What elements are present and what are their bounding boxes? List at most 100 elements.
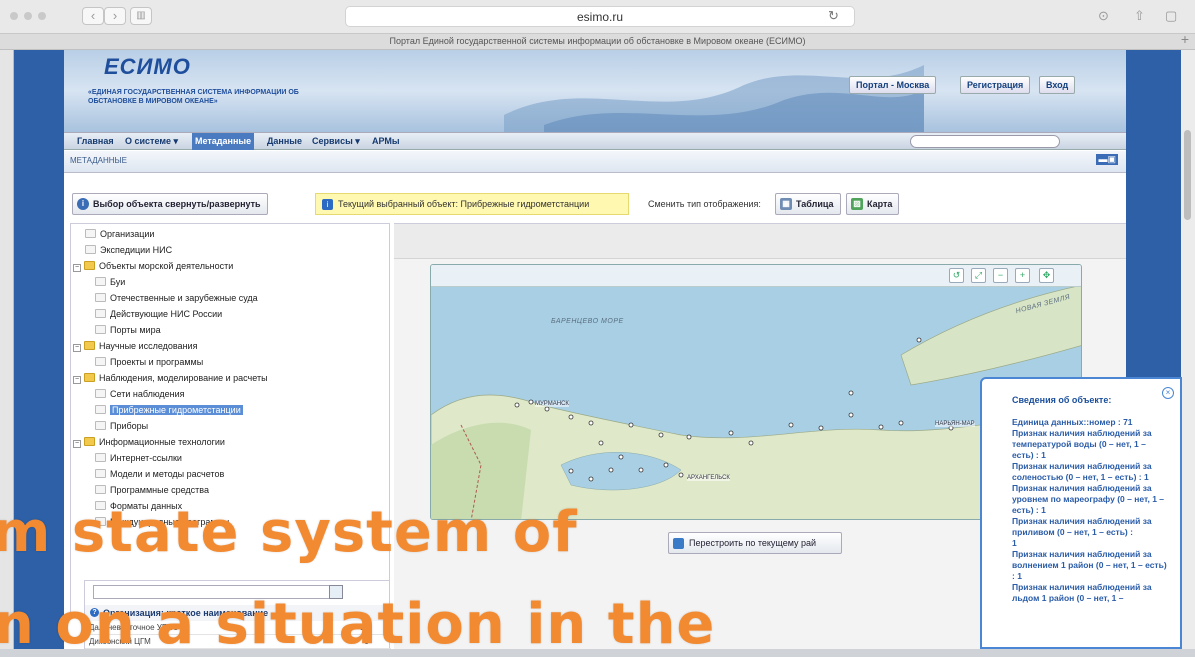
object-icon: i (322, 199, 333, 210)
tree-item[interactable]: Организации (85, 226, 154, 242)
menu-data[interactable]: Данные (264, 133, 305, 150)
popup-title: Сведения об объекте: (1012, 395, 1112, 405)
toggle-select-button[interactable]: i Выбор объекта свернуть/развернуть (72, 193, 268, 215)
tree-item[interactable]: Интернет-ссылки (95, 450, 182, 466)
rebuild-button[interactable]: Перестроить по текущему рай (668, 532, 842, 554)
popup-line: Признак наличия наблюдений за температур… (1012, 428, 1152, 460)
popup-line: Признак наличия наблюдений за приливом (… (1012, 516, 1152, 537)
tree-item-selected[interactable]: Прибрежные гидрометстанции (95, 402, 243, 418)
tree-item-label: Действующие НИС России (110, 309, 223, 319)
sea-label: БАРЕНЦЕВО МОРЕ (551, 318, 624, 325)
browser-toolbar: ‹ › ▥ esimo.ru ↻ ⊙ ⇧ ▢ (0, 0, 1195, 34)
tab-title-text: Портал Единой государственной системы ин… (389, 36, 806, 46)
tree-folder[interactable]: − Объекты морской деятельности (73, 258, 233, 274)
current-object-banner: i Текущий выбранный объект: Прибрежные г… (315, 193, 629, 215)
site-logo[interactable]: ЕСИМО (104, 54, 191, 80)
tree-item-label: Наблюдения, моделирование и расчеты (99, 373, 268, 383)
scrollbar[interactable] (1181, 50, 1195, 649)
menu-home[interactable]: Главная (74, 133, 117, 150)
tree-item[interactable]: Проекты и программы (95, 354, 203, 370)
overlay-caption-line1: m state system of (0, 500, 578, 565)
zoom-in-icon[interactable]: + (1015, 268, 1030, 283)
pan-icon[interactable]: ✥ (1039, 268, 1054, 283)
table-view-label: Таблица (796, 199, 834, 209)
tree-item-label: Сети наблюдения (110, 389, 185, 399)
panel-header: МЕТАДАННЫЕ ▬▣ (64, 151, 1126, 173)
map-pane-header (394, 224, 1126, 259)
popup-line: 1 (1012, 538, 1017, 548)
rebuild-icon (673, 538, 684, 549)
tree-item[interactable]: Буи (95, 274, 125, 290)
tab-title[interactable]: Портал Единой государственной системы ин… (0, 32, 1195, 50)
new-tab-icon[interactable]: + (1181, 32, 1189, 47)
object-info-popup: × Сведения об объекте: Единица данных::н… (980, 377, 1182, 649)
tabs-icon[interactable]: ▢ (1165, 8, 1177, 24)
table-icon: ▦ (780, 198, 792, 210)
tree-item-label: Организации (100, 229, 155, 239)
logo-subtitle: «ЕДИНАЯ ГОСУДАРСТВЕННАЯ СИСТЕМА ИНФОРМАЦ… (88, 89, 299, 105)
tree-item-label: Программные средства (110, 485, 209, 495)
tree-item-label: Проекты и программы (110, 357, 204, 367)
current-object-text: Текущий выбранный объект: Прибрежные гид… (338, 199, 590, 209)
back-icon[interactable]: ‹ (82, 7, 104, 25)
tree-item-label: Модели и методы расчетов (110, 469, 225, 479)
toggle-select-label: Выбор объекта свернуть/развернуть (93, 199, 261, 209)
tree-item[interactable]: Модели и методы расчетов (95, 466, 224, 482)
tree-item[interactable]: Программные средства (95, 482, 209, 498)
site-search-input[interactable] (910, 135, 1060, 148)
window-controls[interactable] (10, 12, 46, 20)
tree-folder[interactable]: − Наблюдения, моделирование и расчеты (73, 370, 268, 386)
refresh-map-icon[interactable]: ↺ (949, 268, 964, 283)
main-menu: Главная О системе ▾ Метаданные Данные Се… (64, 132, 1126, 150)
tree-folder[interactable]: − Научные исследования (73, 338, 197, 354)
site-header: ЕСИМО «ЕДИНАЯ ГОСУДАРСТВЕННАЯ СИСТЕМА ИН… (64, 50, 1126, 132)
tree-item-label: Порты мира (110, 325, 161, 335)
tree-item[interactable]: Сети наблюдения (95, 386, 185, 402)
menu-about[interactable]: О системе ▾ (122, 133, 181, 150)
tree-item[interactable]: Отечественные и зарубежные суда (95, 290, 258, 306)
map-view-button[interactable]: ▨ Карта (846, 193, 900, 215)
tree-item[interactable]: Порты мира (95, 322, 161, 338)
tree-folder[interactable]: − Информационные технологии (73, 434, 225, 450)
zoom-out-icon[interactable]: − (993, 268, 1008, 283)
sidebar-icon[interactable]: ▥ (130, 7, 152, 25)
tree-item-label: Научные исследования (99, 341, 198, 351)
fullscreen-icon[interactable]: ⤢ (971, 268, 986, 283)
city-label: МУРМАНСК (535, 401, 569, 407)
share-icon[interactable]: ⇧ (1134, 8, 1145, 24)
popup-line: Признак наличия наблюдений за соленостью… (1012, 461, 1152, 482)
close-icon[interactable]: × (1162, 387, 1174, 399)
address-bar[interactable]: esimo.ru (345, 6, 855, 27)
tree-item-label: Отечественные и зарубежные суда (110, 293, 258, 303)
tree-item[interactable]: Действующие НИС России (95, 306, 222, 322)
panel-title: МЕТАДАННЫЕ (70, 156, 127, 165)
popup-line: Единица данных::номер : 71 (1012, 417, 1133, 427)
map-toolbar: ↺ ⤢ − + ✥ (431, 265, 1081, 287)
login-button[interactable]: Вход (1039, 76, 1076, 94)
tree-item-label: Экспедиции НИС (100, 245, 173, 255)
city-label: АРХАНГЕЛЬСК (687, 475, 730, 481)
tree-item-label: Интернет-ссылки (110, 453, 182, 463)
switch-view-label: Сменить тип отображения: (648, 199, 761, 209)
overlay-caption-line2: n on a situation in the (0, 592, 716, 657)
tree-item-label: Приборы (110, 421, 149, 431)
tree-item[interactable]: Экспедиции НИС (85, 242, 172, 258)
reload-icon[interactable]: ↻ (828, 8, 839, 24)
forward-icon[interactable]: › (104, 7, 126, 25)
popup-line: Признак наличия наблюдений за уровнем по… (1012, 483, 1165, 515)
table-view-button[interactable]: ▦ Таблица (775, 193, 841, 215)
menu-metadata[interactable]: Метаданные (192, 133, 255, 150)
portal-select[interactable]: Портал - Москва (849, 76, 937, 94)
popup-line: Признак наличия наблюдений за льдом 1 ра… (1012, 582, 1152, 603)
tree-item-label: Буи (110, 277, 126, 287)
tree-item[interactable]: Приборы (95, 418, 148, 434)
menu-services[interactable]: Сервисы ▾ (309, 133, 363, 150)
menu-arm[interactable]: АРМы (369, 133, 403, 150)
map-icon: ▨ (851, 198, 863, 210)
register-button[interactable]: Регистрация (960, 76, 1031, 94)
panel-collapse-icon[interactable]: ▬▣ (1096, 154, 1118, 165)
tree-item-label: Информационные технологии (99, 437, 225, 447)
map-view-label: Карта (867, 199, 893, 209)
tree-item-label: Объекты морской деятельности (99, 261, 234, 271)
download-icon[interactable]: ⊙ (1098, 8, 1109, 24)
